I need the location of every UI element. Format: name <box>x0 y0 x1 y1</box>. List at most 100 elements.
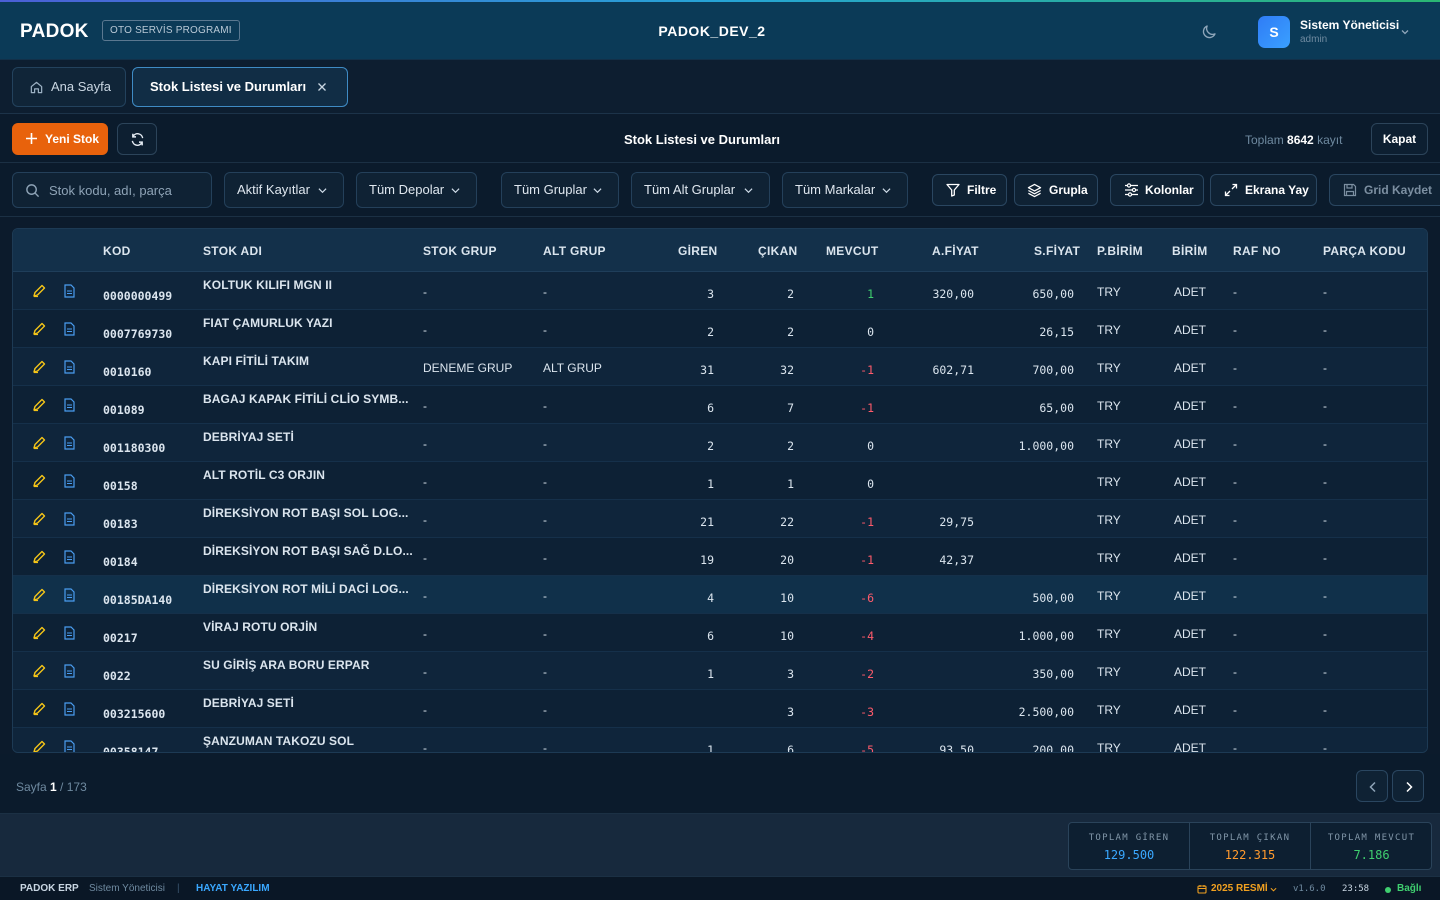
document-icon[interactable] <box>63 322 76 336</box>
edit-pencil-icon[interactable] <box>32 398 46 412</box>
table-row[interactable]: 00358147 ŞANZUMAN TAKOZU SOL - - 1 6 -5 93,50 20… <box>13 728 1427 753</box>
depot-select[interactable]: Tüm Depolar <box>356 172 477 208</box>
cell-pbirim: TRY <box>1097 323 1121 337</box>
status-company[interactable]: HAYAT YAZILIM <box>196 883 270 894</box>
prev-page-button[interactable] <box>1356 770 1388 802</box>
col-header-stok-grup[interactable]: STOK GRUP <box>423 244 497 258</box>
chevron-down-icon <box>744 188 753 194</box>
tab-home[interactable]: Ana Sayfa <box>12 67 126 107</box>
filter-button[interactable]: Filtre <box>932 174 1007 206</box>
edit-pencil-icon[interactable] <box>32 626 46 640</box>
edit-pencil-icon[interactable] <box>32 360 46 374</box>
edit-pencil-icon[interactable] <box>32 550 46 564</box>
table-row[interactable]: 003215600 DEBRİYAJ SETİ - -3 -3 2.500,00 TRY AD… <box>13 690 1427 728</box>
col-header-mevcut[interactable]: MEVCUT <box>826 244 878 258</box>
table-row[interactable]: 0010160 KAPI FİTİLİ TAKIM DENEME GRUP ALT G… <box>13 348 1427 386</box>
cell-ad: KOLTUK KILIFI MGN II <box>203 278 333 292</box>
col-header-giren[interactable]: GİREN <box>678 244 718 258</box>
group-button[interactable]: Grupla <box>1014 174 1098 206</box>
document-icon[interactable] <box>63 436 76 450</box>
table-row[interactable]: 0022 SU GİRİŞ ARA BORU ERPAR - - 1 3 -2 350,00 T… <box>13 652 1427 690</box>
table-row[interactable]: 00184 DİREKSİYON ROT BAŞI SAĞ D.LO... - -19… <box>13 538 1427 576</box>
col-header-p-birim[interactable]: P.BİRİM <box>1097 244 1143 258</box>
edit-pencil-icon[interactable] <box>32 664 46 678</box>
cell-alt: - <box>543 551 547 565</box>
edit-pencil-icon[interactable] <box>32 740 46 752</box>
table-row[interactable]: 001089 BAGAJ KAPAK FİTİLİ CLİO SYMB... - -6… <box>13 386 1427 424</box>
cell-alt: - <box>543 665 547 679</box>
cell-afiyat: 320,00 <box>932 287 974 301</box>
search-input[interactable] <box>49 173 209 207</box>
document-icon[interactable] <box>63 360 76 374</box>
chevron-down-icon <box>451 188 460 194</box>
cell-birim: ADET <box>1174 589 1207 603</box>
status-select[interactable]: Aktif Kayıtlar <box>224 172 344 208</box>
subgroup-select[interactable]: Tüm Alt Gruplar <box>631 172 770 208</box>
document-icon[interactable] <box>63 702 76 716</box>
edit-pencil-icon[interactable] <box>32 702 46 716</box>
table-row[interactable]: 00158 ALT ROTİL C3 ORJIN - - 1 1 0 TRY ADET - - <box>13 462 1427 500</box>
document-icon[interactable] <box>63 588 76 602</box>
status-period[interactable]: 2025 RESMİ <box>1211 883 1268 894</box>
col-header-kod[interactable]: KOD <box>103 244 131 258</box>
cell-birim: ADET <box>1174 513 1207 527</box>
col-header-stok-adi[interactable]: STOK ADI <box>203 244 262 258</box>
search-icon <box>26 184 40 198</box>
tab-stock-list[interactable]: Stok Listesi ve Durumları <box>132 67 348 107</box>
document-icon[interactable] <box>63 398 76 412</box>
document-icon[interactable] <box>63 284 76 298</box>
document-icon[interactable] <box>63 512 76 526</box>
cell-giren: 3 <box>707 287 714 301</box>
col-header-a-fiyat[interactable]: A.FİYAT <box>932 244 979 258</box>
table-row[interactable]: 0007769730 FIAT ÇAMURLUK YAZI - - 2 2 0 26,15 TR… <box>13 310 1427 348</box>
col-header-birim[interactable]: BİRİM <box>1172 244 1208 258</box>
total-out-value: 122.315 <box>1224 848 1276 862</box>
close-tab-icon[interactable] <box>316 81 328 93</box>
document-icon[interactable] <box>63 550 76 564</box>
table-row[interactable]: 0000000499 KOLTUK KILIFI MGN II - - 3 2 1 320,0… <box>13 272 1427 310</box>
cell-raf: - <box>1233 513 1237 527</box>
columns-button[interactable]: Kolonlar <box>1110 174 1204 206</box>
col-header-alt-grup[interactable]: ALT GRUP <box>543 244 606 258</box>
status-divider: | <box>177 883 180 894</box>
user-name[interactable]: Sistem Yöneticisi <box>1300 18 1399 32</box>
document-icon[interactable] <box>63 664 76 678</box>
document-icon[interactable] <box>63 626 76 640</box>
brand-select[interactable]: Tüm Markalar <box>782 172 908 208</box>
theme-toggle-moon-icon[interactable] <box>1200 23 1218 41</box>
edit-pencil-icon[interactable] <box>32 436 46 450</box>
edit-pencil-icon[interactable] <box>32 322 46 336</box>
table-row[interactable]: 00185DA140 DİREKSİYON ROT MİLİ DACİ LOG..… <box>13 576 1427 614</box>
user-avatar[interactable]: S <box>1258 16 1290 48</box>
document-icon[interactable] <box>63 740 76 752</box>
col-header-raf-no[interactable]: RAF NO <box>1233 244 1281 258</box>
cell-pbirim: TRY <box>1097 513 1121 527</box>
next-page-button[interactable] <box>1392 770 1424 802</box>
fullscreen-button[interactable]: Ekrana Yay <box>1210 174 1317 206</box>
close-page-button[interactable]: Kapat <box>1371 123 1428 155</box>
cell-mevcut: 0 <box>867 325 874 339</box>
edit-pencil-icon[interactable] <box>32 284 46 298</box>
col-header-cikan[interactable]: ÇIKAN <box>758 244 798 258</box>
table-row[interactable]: 00183 DİREKSİYON ROT BAŞI SOL LOG... - -21 2… <box>13 500 1427 538</box>
status-bar: PADOK ERP Sistem Yöneticisi | HAYAT YAZI… <box>0 876 1440 900</box>
user-menu-chevron-icon[interactable] <box>1400 27 1410 37</box>
cell-giren: 31 <box>700 363 714 377</box>
group-select[interactable]: Tüm Gruplar <box>501 172 619 208</box>
table-row[interactable]: 00217 VİRAJ ROTU ORJİN - - 6 10 -4 1.000,00 TRY A… <box>13 614 1427 652</box>
cell-raf: - <box>1233 285 1237 299</box>
table-row[interactable]: 001180300 DEBRİYAJ SETİ - - 2 2 0 1.000,00 TRY AD… <box>13 424 1427 462</box>
status-time: 23:58 <box>1342 884 1370 894</box>
search-box[interactable] <box>12 172 212 208</box>
cell-grup: - <box>423 665 427 679</box>
document-icon[interactable] <box>63 474 76 488</box>
cell-parca: - <box>1323 665 1327 679</box>
edit-pencil-icon[interactable] <box>32 512 46 526</box>
col-header-parca-kodu[interactable]: PARÇA KODU <box>1323 244 1406 258</box>
col-header-s-fiyat[interactable]: S.FİYAT <box>1034 244 1080 258</box>
edit-pencil-icon[interactable] <box>32 474 46 488</box>
edit-pencil-icon[interactable] <box>32 588 46 602</box>
cell-birim: ADET <box>1174 741 1207 753</box>
save-grid-button[interactable]: Grid Kaydet <box>1329 174 1440 206</box>
period-chevron-down-icon[interactable] <box>1270 886 1277 893</box>
